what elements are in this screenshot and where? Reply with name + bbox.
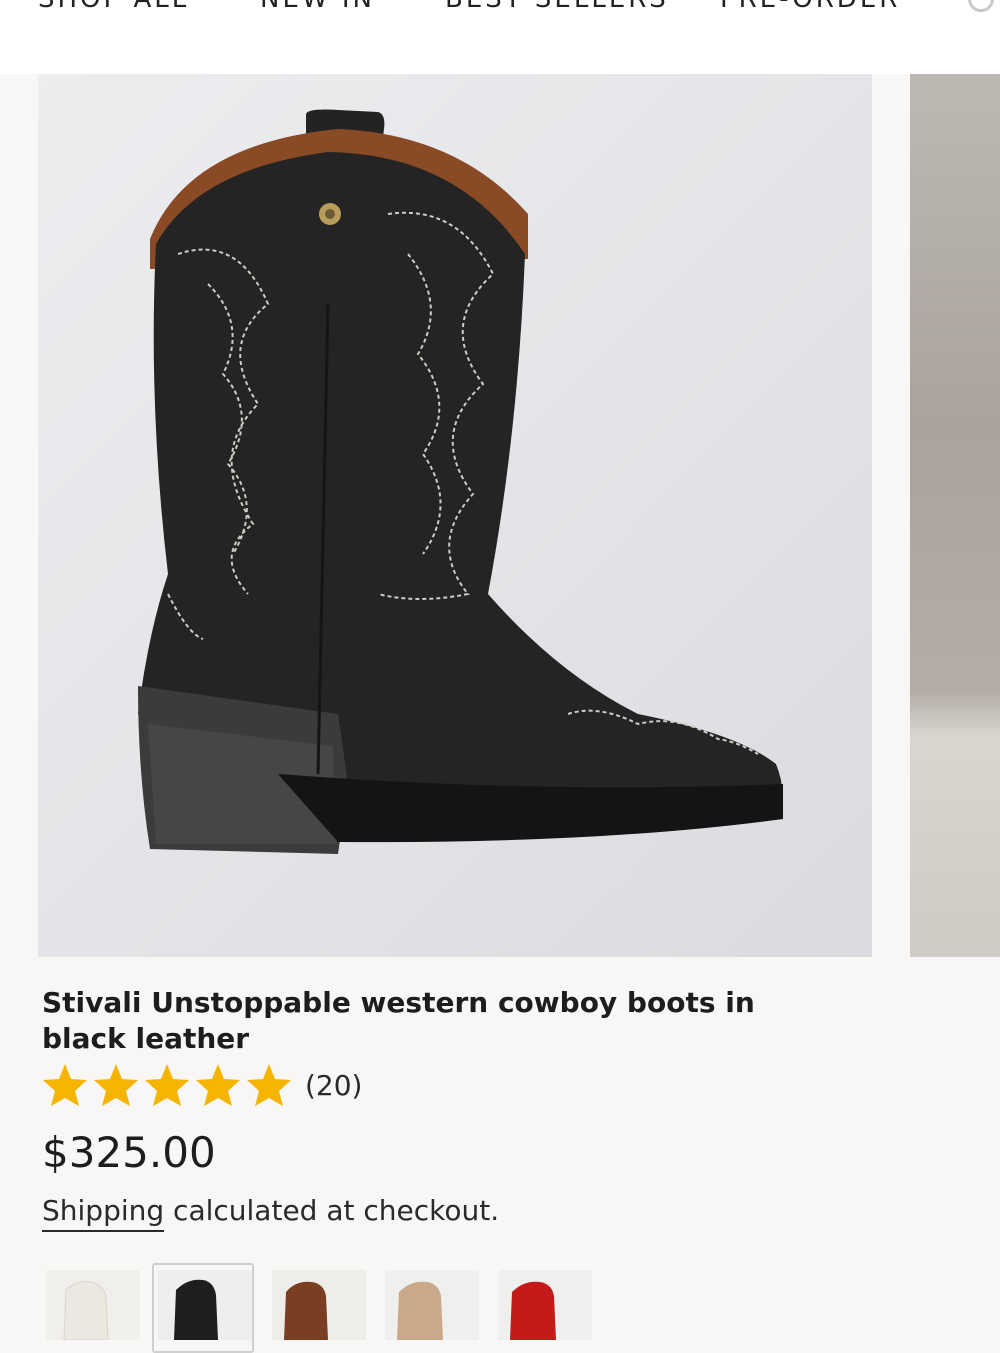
star-rating[interactable]: (20) — [42, 1062, 362, 1108]
search-icon[interactable] — [968, 0, 994, 12]
star-icon — [144, 1063, 190, 1107]
top-navigation: SHOP ALL NEW IN BEST SELLERS PRE-ORDER — [0, 0, 1000, 74]
product-price: $325.00 — [42, 1128, 216, 1177]
star-icon — [195, 1063, 241, 1107]
product-main-image[interactable] — [38, 74, 872, 957]
star-icon — [246, 1063, 292, 1107]
product-secondary-image[interactable] — [910, 74, 1000, 957]
shipping-note: Shipping calculated at checkout. — [42, 1194, 500, 1232]
shipping-text: calculated at checkout. — [164, 1194, 500, 1227]
nav-pre-order[interactable]: PRE-ORDER — [720, 0, 900, 14]
nav-new-in[interactable]: NEW IN — [260, 0, 375, 14]
nav-shop-all[interactable]: SHOP ALL — [38, 0, 189, 14]
product-title: Stivali Unstoppable western cowboy boots… — [42, 986, 755, 1055]
star-icon — [93, 1063, 139, 1107]
swatch-black[interactable] — [158, 1270, 252, 1340]
swatch-brown[interactable] — [272, 1270, 366, 1340]
shipping-link[interactable]: Shipping — [42, 1194, 165, 1232]
cowboy-boot-image — [138, 109, 783, 854]
swatch-tan[interactable] — [385, 1270, 479, 1340]
swatch-cream[interactable] — [46, 1270, 140, 1340]
review-count[interactable]: (20) — [305, 1069, 362, 1102]
nav-best-sellers[interactable]: BEST SELLERS — [445, 0, 669, 14]
star-icon — [42, 1063, 88, 1107]
product-gallery[interactable] — [0, 74, 1000, 958]
swatch-red[interactable] — [498, 1270, 592, 1340]
